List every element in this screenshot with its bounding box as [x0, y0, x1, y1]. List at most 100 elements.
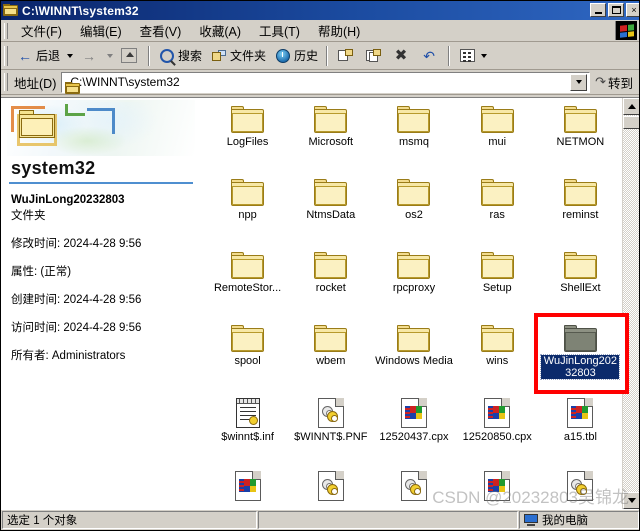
address-label: 地址(D) [14, 76, 57, 91]
arrow-right-icon: → [82, 47, 97, 64]
vertical-scrollbar[interactable] [622, 98, 639, 509]
window-controls: × [590, 3, 639, 17]
address-input[interactable]: C:\WINNT\system32 [61, 71, 591, 94]
folder-icon-dimmed [563, 325, 597, 352]
windows-logo-icon [615, 21, 637, 40]
file-item-label: msmq [399, 136, 429, 148]
status-location: 我的电脑 [519, 511, 639, 529]
forward-dropdown-icon[interactable] [107, 53, 114, 58]
file-item[interactable]: Microsoft [289, 100, 372, 173]
file-item[interactable]: rpcproxy [372, 246, 455, 319]
go-button[interactable]: ↷ 转到 [590, 73, 639, 92]
folder-icon [480, 106, 514, 133]
file-item[interactable]: 12520437.cpx [372, 392, 455, 465]
move-to-button[interactable] [332, 44, 360, 68]
menu-favorites[interactable]: 收藏(A) [190, 19, 250, 42]
title-bar: C:\WINNT\system32 × [1, 1, 639, 20]
address-dropdown-button[interactable] [570, 73, 588, 91]
back-dropdown-icon[interactable] [67, 53, 74, 58]
file-item[interactable] [206, 465, 289, 509]
scrollbar-thumb[interactable] [623, 116, 639, 129]
toolbar-separator [148, 45, 151, 66]
file-item-label: ShellExt [560, 282, 601, 294]
address-value: C:\WINNT\system32 [70, 75, 180, 89]
file-item[interactable]: reminst [539, 173, 622, 246]
file-item[interactable]: ShellExt [539, 246, 622, 319]
file-item-selected[interactable]: WuJinLong20232803 [539, 319, 622, 392]
file-item[interactable]: Windows Media [372, 319, 455, 392]
delete-button[interactable]: ✖ [388, 44, 416, 68]
views-dropdown-icon[interactable] [481, 53, 488, 58]
file-item[interactable]: NETMON [539, 100, 622, 173]
file-item[interactable]: a15.tbl [539, 392, 622, 465]
file-item-label: NtmsData [306, 209, 356, 221]
menu-tools[interactable]: 工具(T) [250, 19, 309, 42]
folder-icon [314, 106, 348, 133]
scroll-up-button[interactable] [623, 98, 639, 115]
file-item[interactable]: NtmsData [289, 173, 372, 246]
file-item-label: mui [488, 136, 507, 148]
file-item[interactable] [539, 465, 622, 509]
go-label: 转到 [607, 76, 633, 91]
forward-button[interactable]: → [76, 44, 104, 68]
folder-icon [231, 325, 265, 352]
menu-view[interactable]: 查看(V) [131, 19, 191, 42]
file-item[interactable]: wbem [289, 319, 372, 392]
file-item[interactable]: mui [456, 100, 539, 173]
file-item-label: Setup [482, 282, 512, 294]
file-item-label: reminst [562, 209, 599, 221]
status-text: 选定 1 个对象 [2, 511, 257, 529]
file-item[interactable]: rocket [289, 246, 372, 319]
folder-icon [480, 252, 514, 279]
file-item[interactable]: RemoteStor... [206, 246, 289, 319]
back-button[interactable]: ← 后退 [12, 44, 64, 68]
history-button[interactable]: 历史 [270, 44, 322, 68]
file-item[interactable]: 12520850.cpx [456, 392, 539, 465]
pnf-file-icon [317, 471, 344, 501]
back-label: 后退 [36, 49, 61, 63]
file-item[interactable]: os2 [372, 173, 455, 246]
search-button[interactable]: 搜索 [154, 44, 206, 68]
file-item[interactable] [372, 465, 455, 509]
file-item-label: wins [486, 355, 509, 367]
scroll-down-button[interactable] [623, 492, 639, 509]
menu-grip[interactable] [4, 22, 8, 39]
file-item[interactable] [456, 465, 539, 509]
folders-label: 文件夹 [230, 49, 267, 63]
file-item[interactable]: wins [456, 319, 539, 392]
file-item[interactable]: $winnt$.inf [206, 392, 289, 465]
copy-to-button[interactable] [360, 44, 388, 68]
close-button[interactable]: × [626, 3, 639, 17]
file-item[interactable]: msmq [372, 100, 455, 173]
maximize-button[interactable] [608, 3, 624, 17]
menu-file[interactable]: 文件(F) [12, 19, 71, 42]
window-title: C:\WINNT\system32 [22, 3, 139, 18]
pnf-file-icon [317, 398, 344, 428]
inf-file-icon [235, 398, 260, 428]
file-item[interactable]: $WINNT$.PNF [289, 392, 372, 465]
file-item[interactable]: Setup [456, 246, 539, 319]
up-folder-icon [120, 47, 138, 65]
file-item[interactable]: npp [206, 173, 289, 246]
file-item[interactable]: LogFiles [206, 100, 289, 173]
cpx-file-icon [484, 398, 511, 428]
menu-edit[interactable]: 编辑(E) [71, 19, 131, 42]
toolbar-grip[interactable] [4, 45, 8, 66]
minimize-button[interactable] [590, 3, 606, 17]
banner-folder-icon [19, 110, 55, 138]
selected-item-name: WuJinLong20232803 [11, 194, 125, 206]
folder-icon [231, 106, 265, 133]
go-arrow-icon: ↷ [595, 74, 606, 89]
folders-button[interactable]: 文件夹 [206, 44, 270, 68]
folder-icon [480, 179, 514, 206]
file-item[interactable]: ras [456, 173, 539, 246]
undo-button[interactable]: ↶ [416, 44, 444, 68]
info-pane: system32 WuJinLong20232803 文件夹 修改时间: 202… [1, 98, 201, 509]
views-button[interactable] [454, 44, 494, 68]
address-grip[interactable] [4, 73, 8, 91]
up-button[interactable] [116, 44, 144, 68]
file-item[interactable] [289, 465, 372, 509]
menu-help[interactable]: 帮助(H) [309, 19, 369, 42]
file-item[interactable]: spool [206, 319, 289, 392]
cpx-file-icon [400, 398, 427, 428]
